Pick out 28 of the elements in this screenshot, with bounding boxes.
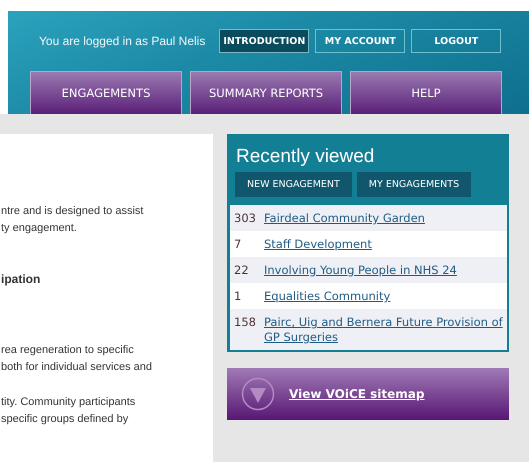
engagement-link[interactable]: Pairc, Uig and Bernera Future Provision of GP Surgeries <box>264 315 503 345</box>
login-status: You are logged in as Paul Nelis <box>39 34 206 48</box>
panel-button[interactable]: MY ENGAGEMENTS <box>356 172 472 197</box>
content-text: ty engagement. <box>1 221 78 236</box>
engagement-link[interactable]: Involving Young People in NHS 24 <box>264 263 457 278</box>
content-text: specific groups defined by <box>1 412 130 427</box>
account-link[interactable]: MY ACCOUNT <box>315 29 406 53</box>
nav-tab[interactable]: HELP <box>350 71 502 114</box>
panel-button[interactable]: NEW ENGAGEMENT <box>235 172 352 197</box>
content-text: ntre and is designed to assist <box>1 204 144 219</box>
item-number: 7 <box>234 237 242 252</box>
sitemap-link[interactable]: View VOiCE sitemap <box>289 387 424 401</box>
engagement-link[interactable]: Equalities Community <box>264 289 390 304</box>
content-text: tity. Community participants <box>1 395 136 410</box>
nav-tab[interactable]: ENGAGEMENTS <box>30 71 182 114</box>
panel-title: Recently viewed <box>235 145 376 169</box>
nav-tab[interactable]: SUMMARY REPORTS <box>190 71 342 114</box>
account-link[interactable]: INTRODUCTION <box>219 29 310 53</box>
engagement-link[interactable]: Staff Development <box>264 237 372 252</box>
content-text: rea regeneration to specific <box>1 343 135 358</box>
content-text: both for individual services and <box>1 360 154 375</box>
item-number: 158 <box>234 315 257 331</box>
item-number: 22 <box>234 263 250 278</box>
engagement-link[interactable]: Fairdeal Community Garden <box>264 211 425 226</box>
account-link[interactable]: LOGOUT <box>411 29 502 53</box>
item-number: 303 <box>234 211 257 226</box>
item-number: 1 <box>234 289 242 304</box>
content-text: ipation <box>1 272 42 287</box>
